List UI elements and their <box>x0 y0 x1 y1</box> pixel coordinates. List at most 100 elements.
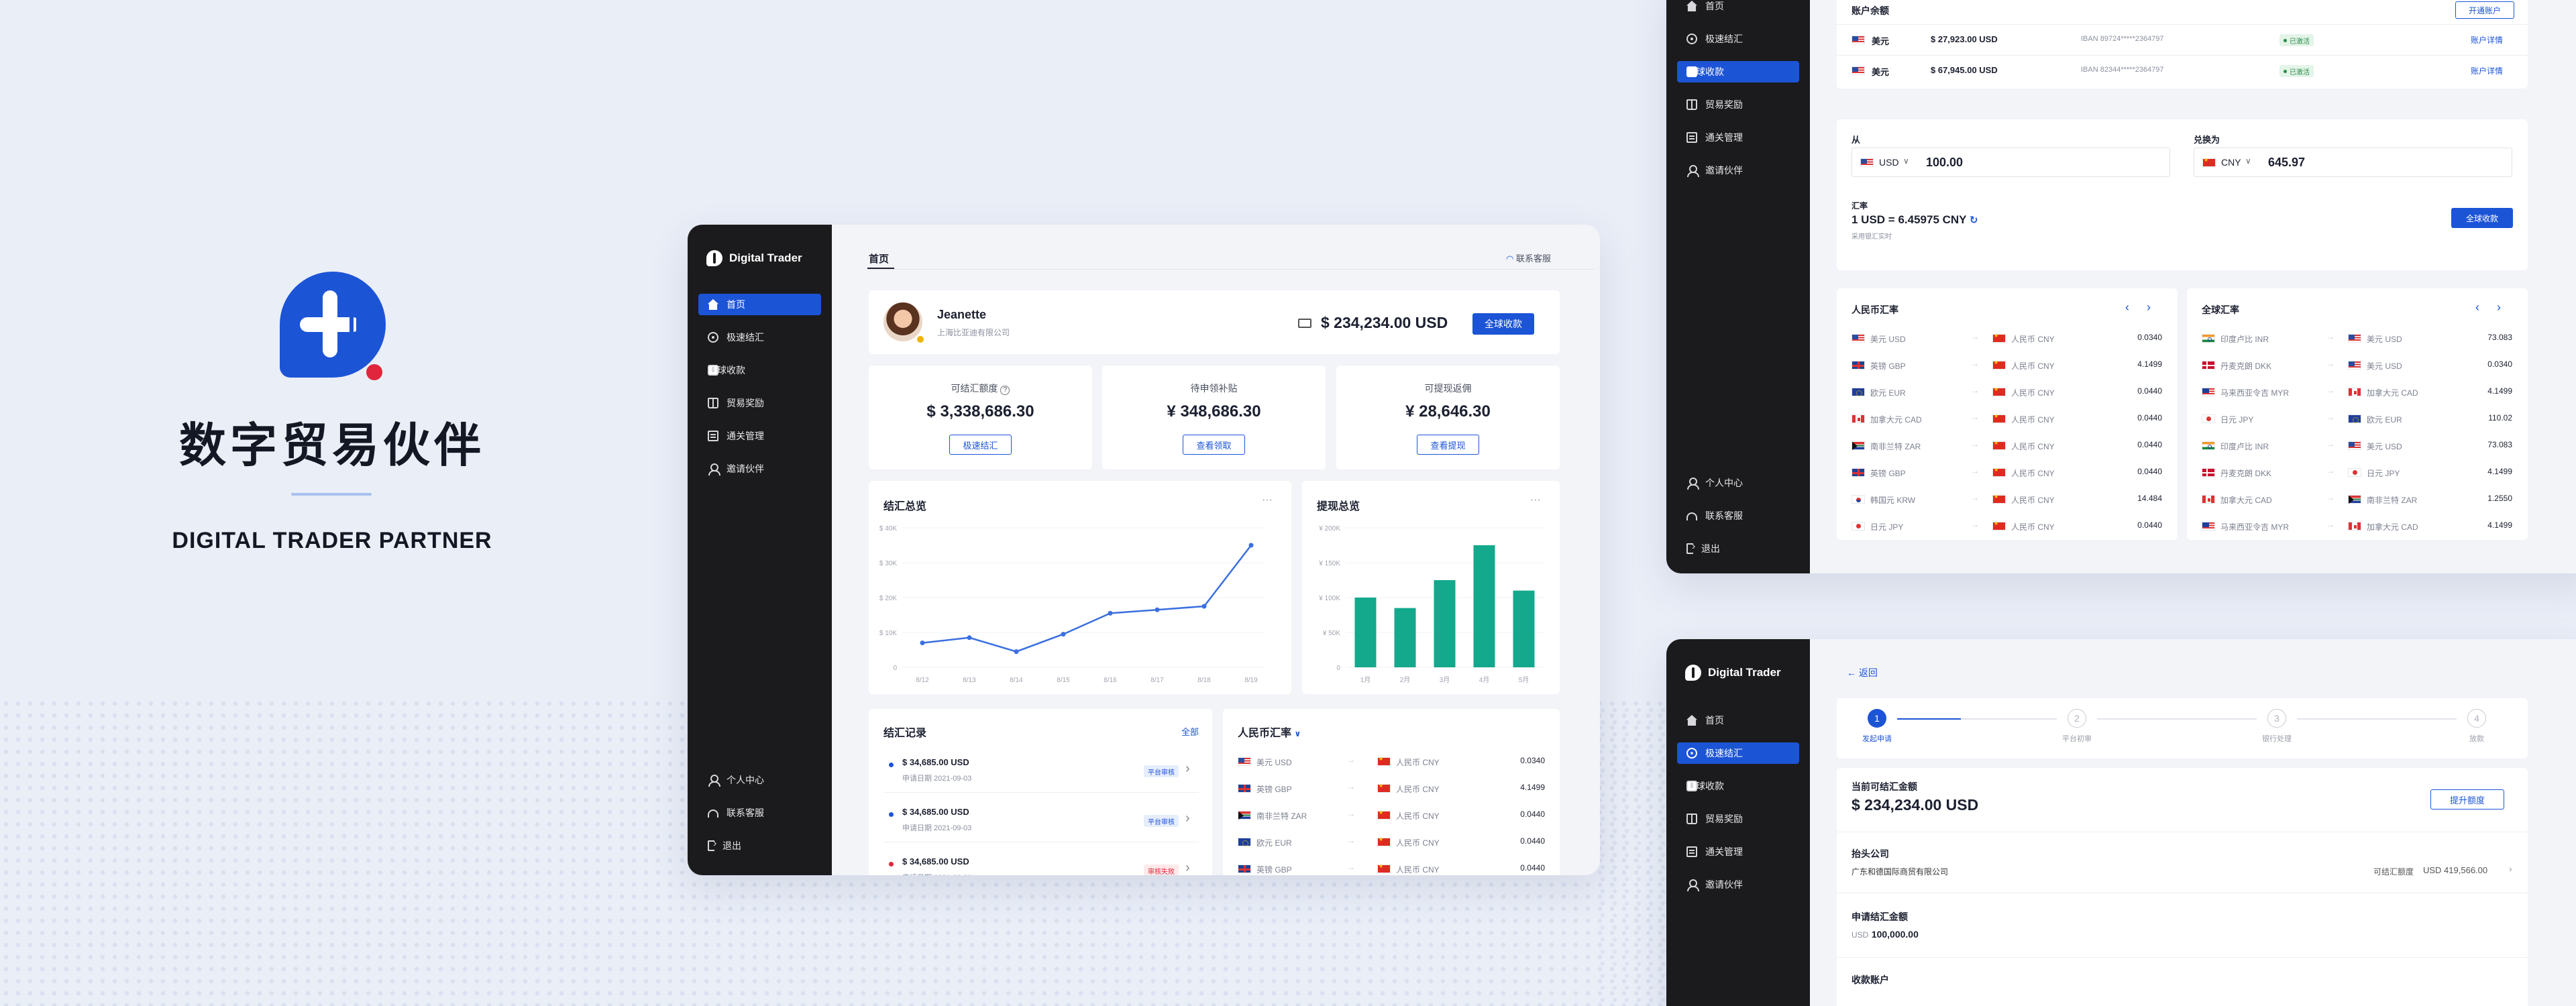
sidebar-item-profile[interactable]: 个人中心 <box>1677 472 1799 494</box>
from-currency[interactable]: USD <box>1879 157 1899 168</box>
from-input[interactable]: USD ∨ 100.00 <box>1851 148 2170 177</box>
rate-row[interactable]: 马来西亚令吉 MYR → 加拿大元 CAD 4.1499 <box>2187 514 2528 539</box>
rate-row[interactable]: 日元 JPY → 欧元 EUR 110.02 <box>2187 406 2528 432</box>
sidebar-item-global-collect[interactable]: 全球收款 <box>1677 61 1799 82</box>
data-point[interactable] <box>1155 607 1160 612</box>
info-icon[interactable]: ? <box>1000 386 1010 395</box>
quick-settle-button[interactable]: 极速结汇 <box>949 435 1012 455</box>
chevron-right-icon[interactable]: › <box>2509 863 2512 874</box>
bar[interactable] <box>1394 608 1416 667</box>
sidebar-item-trade-reward[interactable]: 贸易奖励 <box>698 392 821 414</box>
tab-home[interactable]: 首页 <box>869 252 889 266</box>
bar[interactable] <box>1434 580 1456 667</box>
to-currency[interactable]: CNY <box>2221 157 2241 168</box>
rate-value: 0.0440 <box>2137 520 2162 530</box>
rate-row[interactable]: 丹麦克朗 DKK → 美元 USD 0.0340 <box>2187 353 2528 378</box>
sidebar-item-home[interactable]: 首页 <box>698 294 821 315</box>
amount-field[interactable]: USD 100,000.00 <box>1851 929 1919 941</box>
rate-row[interactable]: 欧元 EUR → 人民币 CNY 0.0440 <box>1223 830 1560 855</box>
rate-row[interactable]: 美元 USD → 人民币 CNY 0.0340 <box>1223 749 1560 775</box>
records-all-link[interactable]: 全部 <box>1181 725 1199 738</box>
rate-row[interactable]: 英镑 GBP → 人民币 CNY 0.0440 <box>1223 856 1560 875</box>
company-value[interactable]: 广东和德国际商贸有限公司 <box>1851 866 1948 877</box>
withdraw-rebate-button[interactable]: 查看提现 <box>1417 435 1479 455</box>
rate-row[interactable]: 马来西亚令吉 MYR → 加拿大元 CAD 4.1499 <box>2187 380 2528 405</box>
sidebar-item-invite[interactable]: 邀请伙伴 <box>1677 874 1799 895</box>
contact-support-link[interactable]: ◠ 联系客服 <box>1506 252 1551 264</box>
global-collect-button[interactable]: 全球收款 <box>1472 313 1534 335</box>
bar[interactable] <box>1513 590 1535 667</box>
prev-arrow-icon[interactable]: ‹ <box>2125 300 2129 315</box>
sidebar-item-logout[interactable]: 退出 <box>698 835 821 856</box>
x-tick-label: 3月 <box>1440 676 1450 684</box>
record-row[interactable]: $ 34,685.00 USD 申请日期 2021-09-03 平台审核 › <box>869 797 1212 844</box>
rates-title[interactable]: 人民币汇率 ∨ <box>1238 724 1301 740</box>
back-link[interactable]: ← 返回 <box>1847 666 1878 679</box>
bar[interactable] <box>1473 545 1495 667</box>
rate-row[interactable]: 英镑 GBP → 人民币 CNY 0.0440 <box>1837 460 2178 486</box>
sidebar-item-quick-settle[interactable]: 极速结汇 <box>698 327 821 348</box>
account-row[interactable]: 美元 $ 67,945.00 USD IBAN 82344*****2364797 已… <box>1837 55 2528 86</box>
rate-row[interactable]: 加拿大元 CAD → 人民币 CNY 0.0440 <box>1837 406 2178 432</box>
sidebar-item-customs[interactable]: 通关管理 <box>1677 127 1799 148</box>
claim-subsidy-button[interactable]: 查看领取 <box>1183 435 1245 455</box>
next-arrow-icon[interactable]: › <box>2497 300 2501 315</box>
raise-quota-button[interactable]: 提升额度 <box>2430 789 2504 809</box>
more-icon[interactable]: ··· <box>1530 494 1541 506</box>
rate-row[interactable]: 印度卢比 INR → 美元 USD 73.083 <box>2187 326 2528 351</box>
rate-row[interactable]: 英镑 GBP → 人民币 CNY 4.1499 <box>1837 353 2178 378</box>
next-arrow-icon[interactable]: › <box>2147 300 2151 315</box>
data-point[interactable] <box>967 635 972 640</box>
sidebar-item-support[interactable]: 联系客服 <box>698 802 821 824</box>
bar[interactable] <box>1354 598 1377 667</box>
sidebar-item-profile[interactable]: 个人中心 <box>698 769 821 791</box>
data-point[interactable] <box>1061 632 1066 637</box>
data-point[interactable] <box>1248 543 1254 548</box>
global-collect-button[interactable]: 全球收款 <box>2451 208 2513 228</box>
sidebar-item-quick-settle[interactable]: 极速结汇 <box>1677 28 1799 50</box>
rate-row[interactable]: 丹麦克朗 DKK → 日元 JPY 4.1499 <box>2187 460 2528 486</box>
account-detail-link[interactable]: 账户详情 <box>2471 65 2503 76</box>
record-row[interactable]: $ 34,685.00 USD 申请日期 2021-09-03 审核失败 › <box>869 847 1212 875</box>
rate-row[interactable]: 南非兰特 ZAR → 人民币 CNY 0.0440 <box>1837 433 2178 459</box>
sidebar-item-logout[interactable]: 退出 <box>1677 538 1799 559</box>
sidebar-item-customs[interactable]: 通关管理 <box>698 425 821 447</box>
more-icon[interactable]: ··· <box>1262 494 1273 506</box>
cn-flag-icon <box>1992 386 2006 396</box>
account-detail-link[interactable]: 账户详情 <box>2471 34 2503 46</box>
x-tick-label: 2月 <box>1400 676 1411 684</box>
data-point[interactable] <box>1108 610 1113 616</box>
rate-row[interactable]: 欧元 EUR → 人民币 CNY 0.0440 <box>1837 380 2178 405</box>
open-account-button[interactable]: 开通账户 <box>2455 1 2514 19</box>
data-point[interactable] <box>1201 604 1207 609</box>
sidebar-item-support[interactable]: 联系客服 <box>1677 505 1799 526</box>
rate-row[interactable]: 美元 USD → 人民币 CNY 0.0340 <box>1837 326 2178 351</box>
sidebar-item-trade-reward[interactable]: 贸易奖励 <box>1677 808 1799 830</box>
sidebar-item-quick-settle[interactable]: 极速结汇 <box>1677 742 1799 764</box>
sidebar-item-invite[interactable]: 邀请伙伴 <box>1677 160 1799 181</box>
rate-row[interactable]: 加拿大元 CAD → 南非兰特 ZAR 1.2550 <box>2187 487 2528 512</box>
rate-row[interactable]: 韩国元 KRW → 人民币 CNY 14.484 <box>1837 487 2178 512</box>
prev-arrow-icon[interactable]: ‹ <box>2475 300 2479 315</box>
sidebar-item-home[interactable]: 首页 <box>1677 710 1799 731</box>
sidebar-item-global-collect[interactable]: 全球收款 <box>698 359 821 381</box>
y-tick-label: $ 30K <box>879 560 897 567</box>
rate-row[interactable]: 南非兰特 ZAR → 人民币 CNY 0.0440 <box>1223 803 1560 828</box>
chevron-down-icon: ∨ <box>1294 729 1301 738</box>
rate-row[interactable]: 日元 JPY → 人民币 CNY 0.0440 <box>1837 514 2178 539</box>
data-point[interactable] <box>1014 649 1019 655</box>
account-row[interactable]: 美元 $ 27,923.00 USD IBAN 89724*****2364797 已… <box>1837 24 2528 55</box>
sidebar-item-trade-reward[interactable]: 贸易奖励 <box>1677 94 1799 115</box>
rate-row[interactable]: 英镑 GBP → 人民币 CNY 4.1499 <box>1223 776 1560 801</box>
sidebar-item-home[interactable]: 首页 <box>1677 0 1799 17</box>
settle-icon <box>708 332 718 343</box>
sidebar-item-global-collect[interactable]: 全球收款 <box>1677 775 1799 797</box>
data-point[interactable] <box>920 640 925 646</box>
rate-row[interactable]: 印度卢比 INR → 美元 USD 73.083 <box>2187 433 2528 459</box>
record-row[interactable]: $ 34,685.00 USD 申请日期 2021-09-03 平台审核 › <box>869 748 1212 795</box>
refresh-icon[interactable]: ↻ <box>1970 215 1978 226</box>
to-input[interactable]: CNY ∨ 645.97 <box>2194 148 2512 177</box>
sidebar-item-customs[interactable]: 通关管理 <box>1677 841 1799 862</box>
sidebar-item-invite[interactable]: 邀请伙伴 <box>698 458 821 480</box>
dk-flag-icon <box>2202 468 2215 477</box>
